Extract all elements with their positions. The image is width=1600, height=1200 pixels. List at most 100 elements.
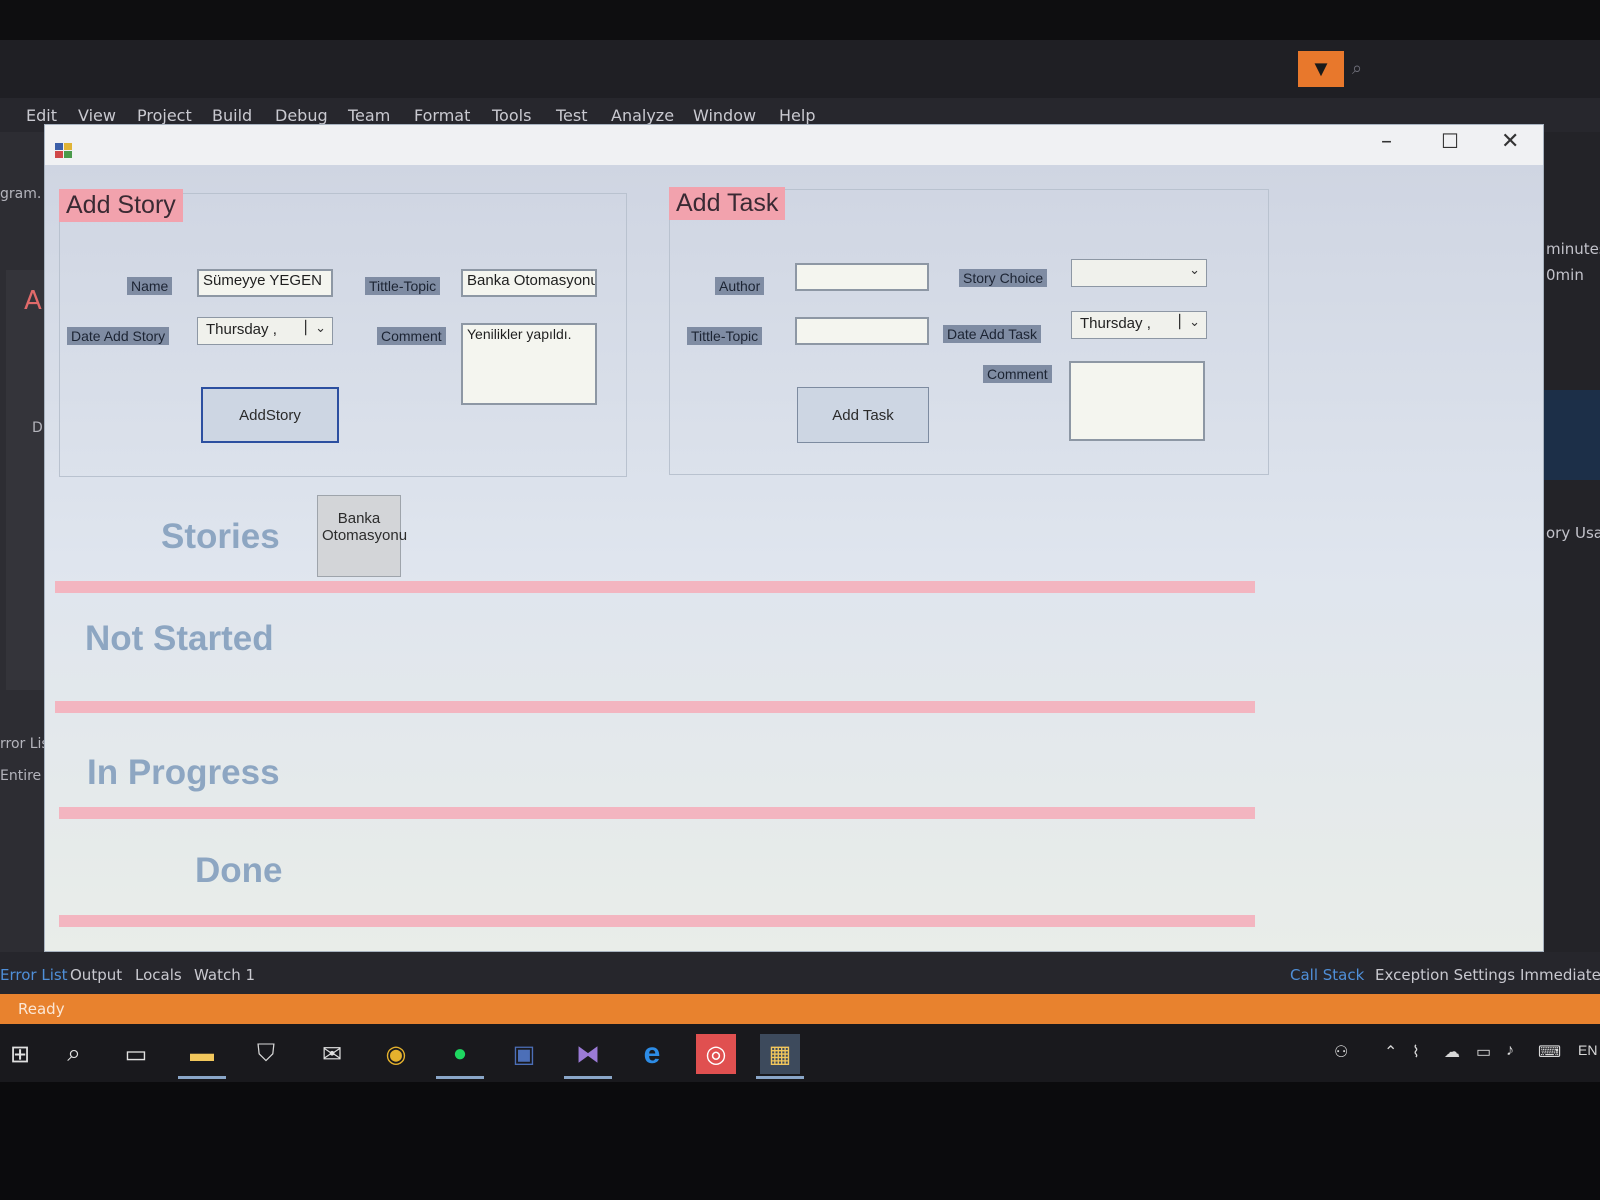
task-view-icon[interactable]: ▭ (116, 1034, 156, 1074)
story-choice-label: Story Choice (959, 269, 1048, 287)
tab-watch-1[interactable]: Watch 1 (194, 966, 255, 984)
file-explorer-indicator (178, 1076, 226, 1079)
tab-immediate[interactable]: Immediate (1520, 966, 1600, 984)
status-bar (0, 994, 1600, 1024)
menu-format[interactable]: Format (414, 106, 470, 125)
monitor-bezel (0, 1082, 1600, 1200)
chevron-down-icon[interactable]: ▏⌄ (305, 320, 326, 336)
file-explorer-icon[interactable]: ▬ (182, 1034, 222, 1074)
running-form-app-indicator (756, 1076, 804, 1079)
menu-edit[interactable]: Edit (26, 106, 57, 125)
menu-project[interactable]: Project (137, 106, 192, 125)
visual-studio-icon[interactable]: ⧓ (568, 1034, 608, 1074)
form-client-area: Add Story Name Sümeyye YEGEN Tittle-Topi… (45, 165, 1543, 951)
lane-title-in-progress: In Progress (87, 753, 280, 792)
lane-divider-done (59, 915, 1255, 927)
spotify-indicator (436, 1076, 484, 1079)
menu-view[interactable]: View (78, 106, 116, 125)
menu-tools[interactable]: Tools (492, 106, 531, 125)
story-name-label: Name (127, 277, 173, 295)
search-icon[interactable]: ⌕ (54, 1034, 94, 1074)
add-story-button[interactable]: AddStory (201, 387, 339, 443)
feedback-icon[interactable]: ⌕ (1352, 58, 1362, 79)
kanban-form-window: – ☐ ✕ Add Story Name Sümeyye YEGEN Tittl… (44, 124, 1544, 952)
people-icon[interactable]: ⚇ (1334, 1042, 1348, 1062)
form-titlebar: – ☐ ✕ (45, 125, 1543, 165)
app-icon (55, 143, 73, 159)
doc-letter-2: D (32, 420, 43, 436)
chevron-up-icon[interactable]: ⌃ (1384, 1042, 1397, 1062)
add-story-title: Add Story (59, 189, 183, 222)
diagnostics-min: 0min (1546, 266, 1584, 284)
running-form-app-icon[interactable]: ▦ (760, 1034, 800, 1074)
filter-icon[interactable]: ▼ (1298, 51, 1344, 87)
status-text: Ready (18, 1000, 65, 1018)
lane-divider-in-progress (59, 807, 1255, 819)
ide-right-highlight (1544, 390, 1600, 480)
menu-team[interactable]: Team (348, 106, 390, 125)
battery-icon[interactable]: ▭ (1476, 1042, 1491, 1062)
lane-title-stories: Stories (161, 517, 280, 556)
story-topic-input[interactable]: Banka Otomasyonu (461, 269, 597, 297)
story-comment-label: Comment (377, 327, 446, 345)
tab-output[interactable]: Output (70, 966, 122, 984)
story-name-input[interactable]: Sümeyye YEGEN (197, 269, 333, 297)
chevron-down-icon[interactable]: ⌄ (1189, 262, 1200, 278)
taskbar (0, 1024, 1600, 1082)
diagnostics-minutes: minutes (1546, 240, 1600, 258)
dev-app-icon[interactable]: ▣ (504, 1034, 544, 1074)
windows-start-icon[interactable]: ⊞ (0, 1034, 40, 1074)
tab-error-list[interactable]: Error List (0, 966, 68, 984)
lane-divider-stories (55, 581, 1255, 593)
story-date-value: Thursday , (206, 321, 277, 338)
menu-debug[interactable]: Debug (275, 106, 328, 125)
lane-title-not-started: Not Started (85, 619, 274, 658)
story-topic-label: Tittle-Topic (365, 277, 441, 295)
cloud-icon[interactable]: ☁ (1444, 1042, 1460, 1062)
story-date-picker[interactable]: Thursday , ▏⌄ (197, 317, 333, 345)
task-date-label: Date Add Task (943, 325, 1042, 343)
lane-title-done: Done (195, 851, 283, 890)
volume-icon[interactable]: ♪ (1506, 1042, 1514, 1060)
maximize-icon[interactable]: ☐ (1441, 129, 1459, 153)
chrome-icon[interactable]: ◉ (376, 1034, 416, 1074)
story-choice-dropdown[interactable]: ⌄ (1071, 259, 1207, 287)
task-date-value: Thursday , (1080, 315, 1151, 332)
screen-top-bezel (0, 0, 1600, 40)
language-indicator[interactable]: EN (1578, 1042, 1597, 1058)
story-date-label: Date Add Story (67, 327, 170, 345)
minimize-icon[interactable]: – (1381, 129, 1392, 154)
menu-help[interactable]: Help (779, 106, 815, 125)
tab-call-stack[interactable]: Call Stack (1290, 966, 1364, 984)
task-comment-input[interactable] (1069, 361, 1205, 441)
story-comment-input[interactable]: Yenilikler yapıldı. (461, 323, 597, 405)
menu-analyze[interactable]: Analyze (611, 106, 674, 125)
media-app-icon[interactable]: ◎ (696, 1034, 736, 1074)
task-date-picker[interactable]: Thursday , ▏⌄ (1071, 311, 1207, 339)
ide-left-document (6, 270, 46, 690)
menu-build[interactable]: Build (212, 106, 252, 125)
menu-window[interactable]: Window (693, 106, 756, 125)
task-author-label: Author (715, 277, 765, 295)
add-task-title: Add Task (669, 187, 786, 220)
tab-exception-settings[interactable]: Exception Settings (1375, 966, 1515, 984)
story-card[interactable]: Banka Otomasyonu (317, 495, 407, 577)
keyboard-icon[interactable]: ⌨ (1538, 1042, 1561, 1062)
chevron-down-icon[interactable]: ▏⌄ (1179, 314, 1200, 330)
program-tab[interactable]: gram. (0, 186, 41, 202)
close-icon[interactable]: ✕ (1501, 129, 1519, 154)
add-task-button[interactable]: Add Task (797, 387, 929, 443)
tab-locals[interactable]: Locals (135, 966, 182, 984)
mail-icon[interactable]: ✉ (312, 1034, 352, 1074)
task-topic-label: Tittle-Topic (687, 327, 763, 345)
menu-test[interactable]: Test (556, 106, 588, 125)
network-icon[interactable]: ⌇ (1412, 1042, 1420, 1062)
task-topic-input[interactable] (795, 317, 929, 345)
edge-icon[interactable]: e (632, 1034, 672, 1074)
spotify-icon[interactable]: ● (440, 1034, 480, 1074)
task-comment-label: Comment (983, 365, 1052, 383)
visual-studio-indicator (564, 1076, 612, 1079)
task-author-input[interactable] (795, 263, 929, 291)
store-icon[interactable]: ⛉ (246, 1034, 286, 1074)
lane-divider-not-started (55, 701, 1255, 713)
